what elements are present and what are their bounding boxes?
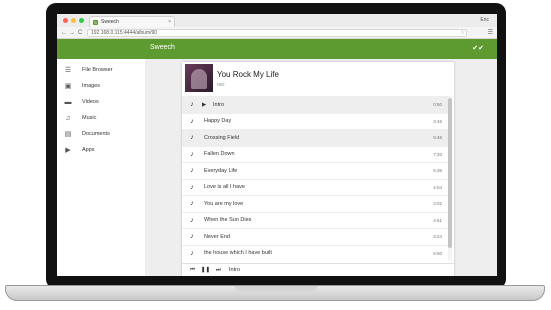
- close-icon[interactable]: ×: [168, 19, 171, 25]
- sidebar-item-images[interactable]: ▣ Images: [57, 80, 145, 92]
- menu-icon[interactable]: ☰: [488, 29, 493, 37]
- music-note-icon: ♪: [190, 249, 194, 257]
- bookmark-star-icon[interactable]: ☆: [460, 29, 465, 37]
- track-row[interactable]: ♪ Fallen Down 7:20: [182, 145, 448, 163]
- music-note-icon: ♪: [190, 167, 194, 175]
- track-title: Love is all I have: [204, 184, 245, 191]
- track-title: Intro: [213, 101, 225, 108]
- forward-button[interactable]: →: [69, 29, 75, 37]
- maximize-window-button[interactable]: [79, 18, 84, 23]
- back-button[interactable]: ←: [61, 29, 67, 37]
- sidebar: ☰ File Browser ▣ Images ▬ Videos ♫ Music…: [57, 59, 145, 276]
- track-title: Fallen Down: [204, 151, 235, 158]
- track-title: Crossing Field: [204, 134, 240, 141]
- sidebar-item-label: File Browser: [82, 67, 113, 73]
- music-note-icon: ♪: [190, 233, 194, 241]
- play-icon[interactable]: ▶: [202, 102, 211, 108]
- tab-title: Sweech: [101, 19, 119, 25]
- main-content: You Rock My Life HEI ♪ ▶ Intro 0:50 ♪ Ha…: [145, 59, 497, 276]
- profile-name[interactable]: Eric: [480, 17, 489, 23]
- track-row[interactable]: ♪ Everyday Life 5:36: [182, 162, 448, 179]
- track-list-scrollbar[interactable]: [448, 96, 452, 260]
- sidebar-item-apps[interactable]: ▶ Apps: [57, 144, 145, 156]
- camera-icon: ▣: [64, 83, 72, 90]
- screen: S Sweech × Eric ← → C 192.168.0.115:4444…: [57, 14, 497, 276]
- next-icon[interactable]: ⏭: [212, 267, 225, 274]
- track-title: Happy Day: [204, 118, 232, 125]
- track-row[interactable]: ♪ When the Sun Dies 4:51: [182, 211, 448, 229]
- track-title: Never End: [204, 233, 230, 240]
- track-duration: 5:36: [433, 168, 442, 174]
- track-row[interactable]: ♪ You are my love 3:02: [182, 195, 448, 212]
- close-window-button[interactable]: [63, 18, 68, 23]
- music-note-icon: ♪: [190, 150, 194, 158]
- reload-button[interactable]: C: [78, 29, 82, 37]
- track-duration: 0:50: [433, 102, 442, 108]
- window-controls: [63, 18, 84, 23]
- address-bar[interactable]: 192.168.0.115:4444/album/90: [87, 29, 467, 37]
- document-icon: ▤: [64, 131, 72, 138]
- browser-tab-bar: S Sweech × Eric: [57, 14, 497, 27]
- track-duration: 4:51: [433, 217, 442, 223]
- album-cover-image: [185, 64, 213, 92]
- app-title: Sweech: [150, 44, 175, 51]
- now-playing-title: Intro: [229, 267, 241, 273]
- scrollbar-thumb[interactable]: [448, 98, 452, 248]
- track-row[interactable]: ♪ Crossing Field 5:46: [182, 129, 448, 146]
- track-list: ♪ ▶ Intro 0:50 ♪ Happy Day 3:46 ♪ Crossi…: [182, 96, 448, 262]
- track-duration: 5:46: [433, 135, 442, 141]
- music-note-icon: ♪: [190, 117, 194, 125]
- laptop-notch: [235, 286, 317, 292]
- album-title: You Rock My Life: [217, 70, 279, 79]
- app-bar: Sweech ✔✔: [57, 39, 497, 59]
- track-title: Everyday Life: [204, 167, 238, 174]
- player-bar: ⏮ ❚❚ ⏭ Intro: [182, 263, 454, 276]
- track-duration: 3:24: [433, 234, 442, 240]
- film-icon: ▬: [64, 98, 72, 106]
- sidebar-item-documents[interactable]: ▤ Documents: [57, 128, 145, 140]
- sidebar-item-videos[interactable]: ▬ Videos: [57, 96, 145, 108]
- music-icon: ♫: [65, 114, 71, 122]
- sidebar-item-label: Documents: [82, 131, 110, 137]
- music-note-icon: ♪: [190, 216, 194, 224]
- minimize-window-button[interactable]: [71, 18, 76, 23]
- sidebar-item-label: Apps: [82, 147, 95, 153]
- track-title: When the Sun Dies: [204, 217, 252, 224]
- music-note-icon: ♪: [190, 183, 194, 191]
- sidebar-item-label: Music: [82, 115, 97, 121]
- browser-toolbar: ← → C 192.168.0.115:4444/album/90 ☆ ☰: [57, 27, 497, 39]
- track-row[interactable]: ♪ Never End 3:24: [182, 228, 448, 245]
- music-note-icon: ♪: [190, 101, 194, 109]
- browser-tab[interactable]: S Sweech ×: [89, 16, 175, 27]
- track-title: the house which I have built: [204, 250, 272, 257]
- album-card: You Rock My Life HEI ♪ ▶ Intro 0:50 ♪ Ha…: [182, 62, 454, 276]
- apps-icon: ▶: [65, 147, 71, 154]
- track-row[interactable]: ♪ Love is all I have 4:04: [182, 178, 448, 196]
- sidebar-item-label: Videos: [82, 99, 99, 105]
- track-row[interactable]: ♪ Happy Day 3:46: [182, 112, 448, 130]
- track-duration: 7:20: [433, 151, 442, 157]
- sidebar-item-music[interactable]: ♫ Music: [57, 112, 145, 124]
- track-duration: 6:50: [433, 250, 442, 256]
- previous-icon[interactable]: ⏮: [186, 267, 199, 274]
- track-duration: 3:46: [433, 118, 442, 124]
- music-note-icon: ♪: [190, 134, 194, 142]
- select-check-icon[interactable]: ✔✔: [472, 44, 484, 52]
- track-duration: 4:04: [433, 184, 442, 190]
- sidebar-item-label: Images: [82, 83, 101, 89]
- track-duration: 3:02: [433, 201, 442, 207]
- list-icon: ☰: [64, 67, 72, 74]
- pause-icon[interactable]: ❚❚: [199, 267, 212, 273]
- track-row[interactable]: ♪ the house which I have built 6:50: [182, 244, 448, 262]
- sidebar-item-file-browser[interactable]: ☰ File Browser: [57, 64, 145, 76]
- track-row[interactable]: ♪ ▶ Intro 0:50: [182, 96, 448, 113]
- track-title: You are my love: [204, 200, 244, 207]
- album-artist: HEI: [217, 82, 225, 87]
- music-note-icon: ♪: [190, 200, 194, 208]
- favicon-icon: S: [93, 19, 98, 25]
